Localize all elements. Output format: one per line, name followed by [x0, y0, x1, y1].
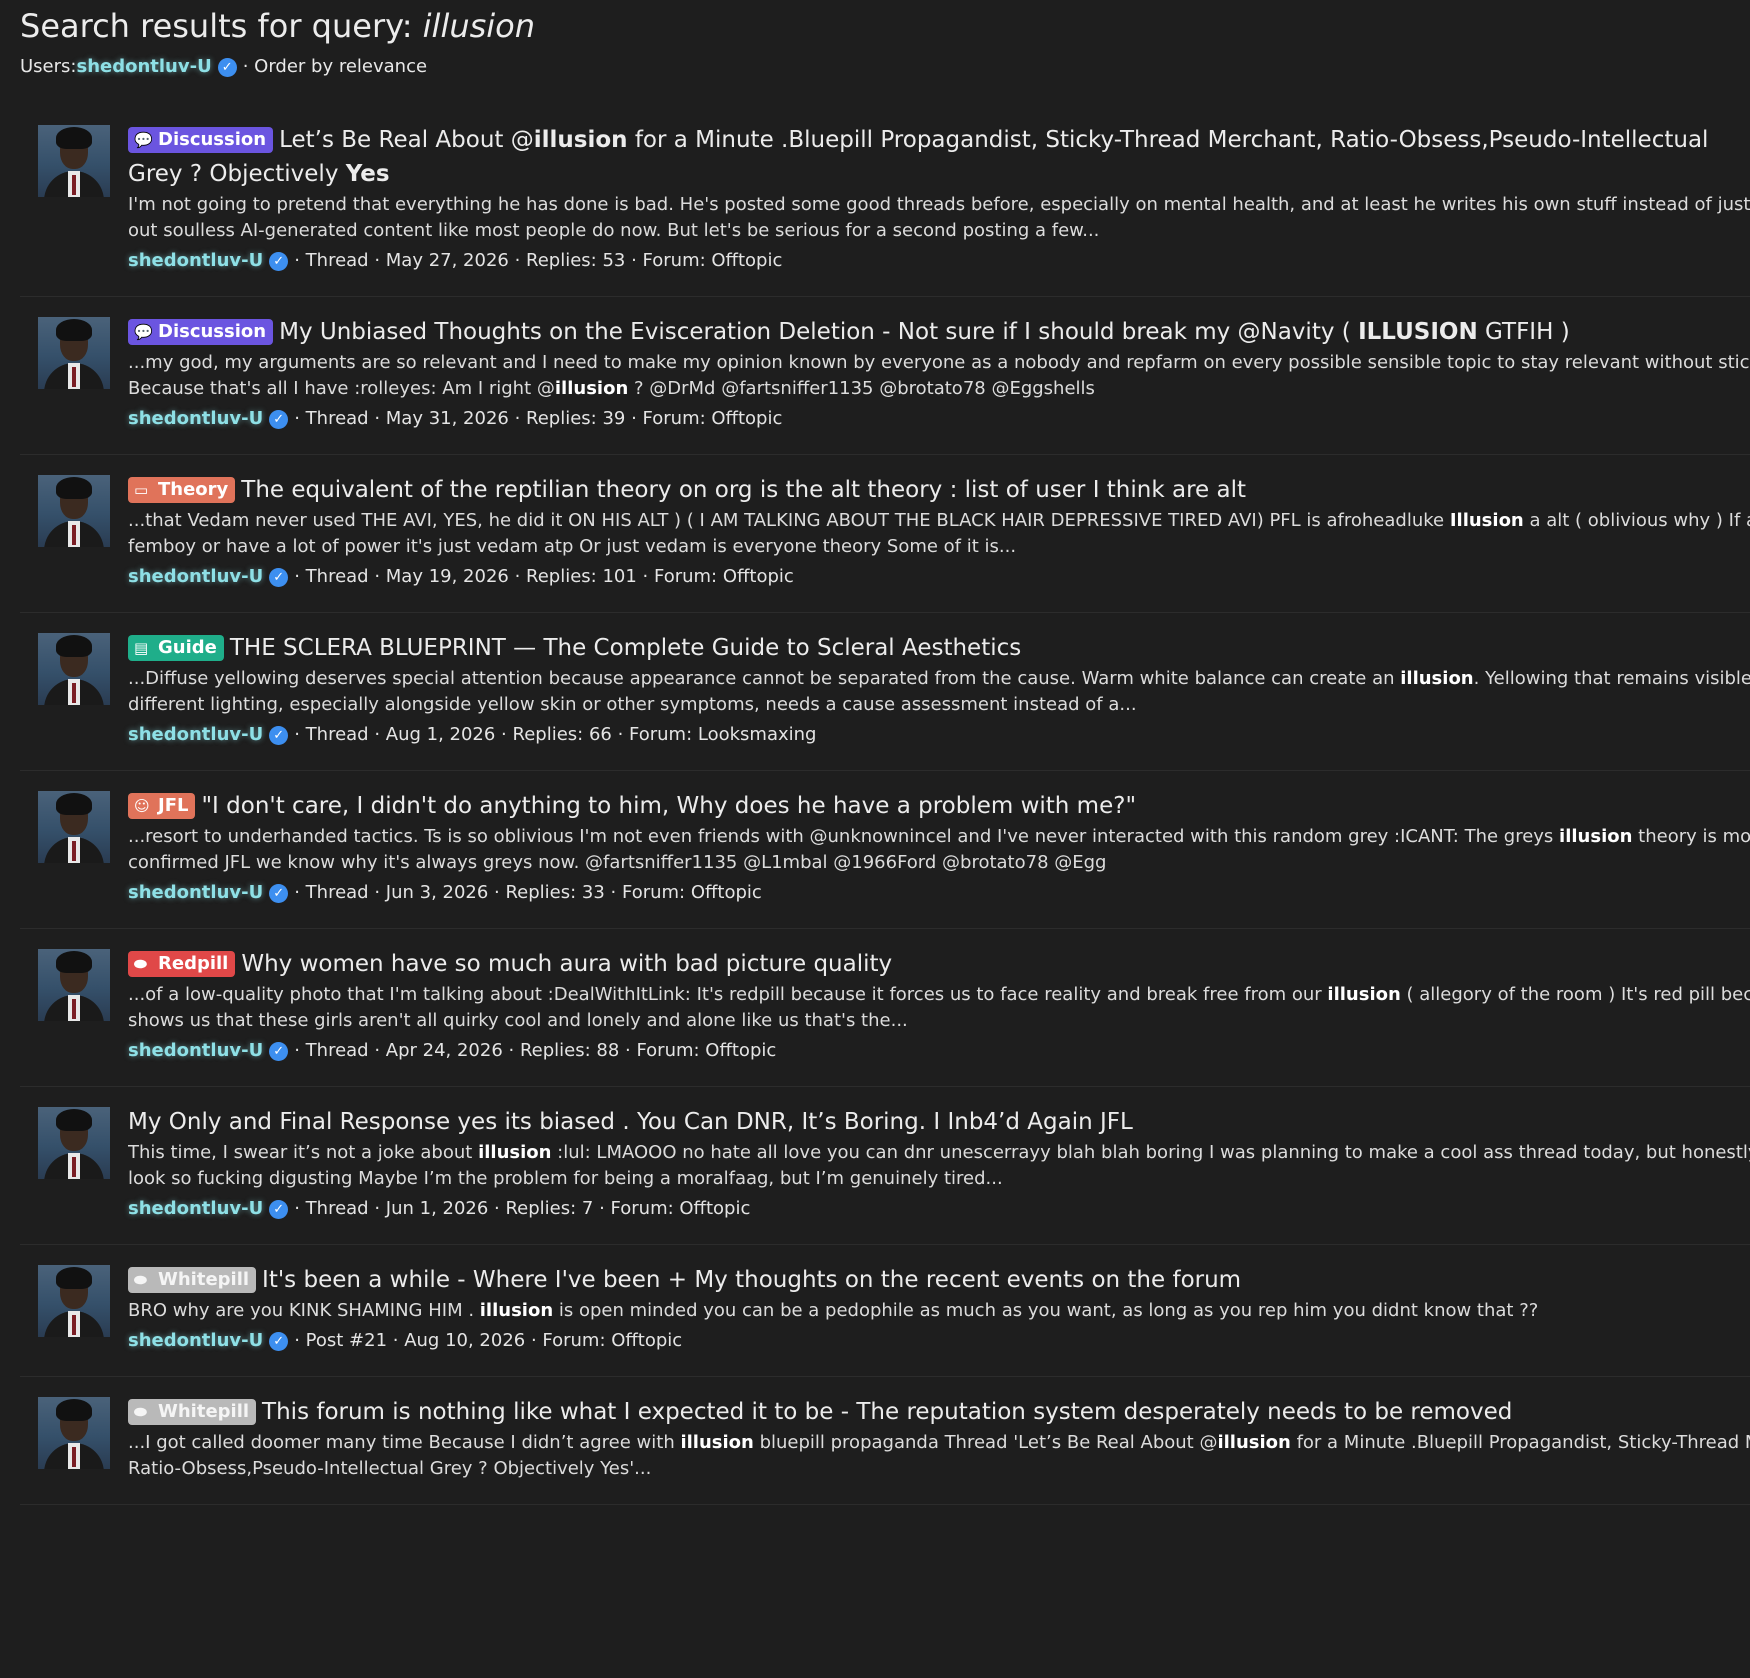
result-item: ▭ Theory The equivalent of the reptilian t…	[20, 455, 1750, 613]
search-results-page: Search results for query: illusion Users…	[0, 0, 1750, 1505]
result-title[interactable]: ⬬ Whitepill This forum is nothing like wha…	[128, 1395, 1750, 1429]
page-title: Search results for query: illusion	[20, 7, 536, 45]
result-item: ⬬ Whitepill It's been a while - Where I've…	[20, 1245, 1750, 1377]
result-title[interactable]: ▭ Theory The equivalent of the reptilian t…	[128, 473, 1750, 507]
pill-icon: ⬬	[134, 1271, 147, 1289]
verified-check-icon: ✓	[217, 57, 237, 77]
author-link[interactable]: shedontluv-U	[128, 406, 263, 432]
result-item: 💬 Discussion Let’s Be Real About @illusion…	[20, 109, 1750, 297]
result-title[interactable]: ☺ JFL "I don't care, I didn't do anything …	[128, 789, 1750, 823]
verified-check-icon: ✓	[269, 1331, 289, 1351]
author-link[interactable]: shedontluv-U	[128, 722, 263, 748]
author-link[interactable]: shedontluv-U	[128, 1196, 263, 1222]
result-meta: shedontluv-U ✓ · Thread · May 31, 2026 · R…	[128, 406, 1750, 432]
user-avatar[interactable]	[38, 125, 110, 197]
presentation-icon: ▭	[134, 481, 149, 499]
book-icon: ▤	[134, 639, 149, 657]
user-avatar[interactable]	[38, 1397, 110, 1469]
chat-bubbles-icon: 💬	[134, 323, 153, 341]
result-snippet: ...of a low-quality photo that I'm talki…	[128, 984, 1750, 1031]
author-link[interactable]: shedontluv-U	[128, 880, 263, 906]
result-meta: shedontluv-U ✓ · Thread · Apr 24, 2026 · R…	[128, 1038, 1750, 1064]
result-item: ⬬ Redpill Why women have so much aura with…	[20, 929, 1750, 1087]
prefix-label-discussion[interactable]: 💬 Discussion	[128, 127, 274, 153]
user-avatar[interactable]	[38, 475, 110, 547]
prefix-label-guide[interactable]: ▤ Guide	[128, 635, 224, 661]
result-snippet: This time, I swear it’s not a joke about…	[128, 1142, 1750, 1189]
prefix-label-theory[interactable]: ▭ Theory	[128, 477, 236, 503]
users-label: Users:	[20, 56, 77, 77]
result-title[interactable]: 💬 Discussion My Unbiased Thoughts on the E…	[128, 315, 1750, 349]
result-title[interactable]: ⬬ Redpill Why women have so much aura with…	[128, 947, 1750, 981]
prefix-label-discussion[interactable]: 💬 Discussion	[128, 319, 274, 345]
user-avatar[interactable]	[38, 1265, 110, 1337]
result-snippet: ...my god, my arguments are so relevant …	[128, 352, 1750, 399]
search-filters: Users: shedontluv-U ✓ · Order by relevan…	[20, 55, 1750, 79]
user-avatar[interactable]	[38, 791, 110, 863]
filter-user-link[interactable]: shedontluv-U	[76, 55, 211, 79]
result-meta: shedontluv-U ✓ · Thread · Jun 3, 2026 · Re…	[128, 880, 1750, 906]
prefix-label-whitepill[interactable]: ⬬ Whitepill	[128, 1267, 257, 1293]
verified-check-icon: ✓	[269, 1199, 289, 1219]
result-snippet: ...Diffuse yellowing deserves special at…	[128, 668, 1750, 715]
result-meta: shedontluv-U ✓ · Thread · Jun 1, 2026 · Re…	[128, 1196, 1750, 1222]
verified-check-icon: ✓	[269, 1041, 289, 1061]
user-avatar[interactable]	[38, 317, 110, 389]
result-title[interactable]: ⬬ Whitepill It's been a while - Where I've…	[128, 1263, 1750, 1297]
user-avatar[interactable]	[38, 949, 110, 1021]
chat-bubbles-icon: 💬	[134, 131, 153, 149]
result-item: ▤ Guide THE SCLERA BLUEPRINT — The Complet…	[20, 613, 1750, 771]
prefix-label-redpill[interactable]: ⬬ Redpill	[128, 951, 236, 977]
query-term: illusion	[422, 7, 536, 45]
verified-check-icon: ✓	[269, 251, 289, 271]
user-avatar[interactable]	[38, 1107, 110, 1179]
result-item: ☺ JFL "I don't care, I didn't do anything …	[20, 771, 1750, 929]
author-link[interactable]: shedontluv-U	[128, 248, 263, 274]
verified-check-icon: ✓	[269, 409, 289, 429]
result-title[interactable]: 💬 Discussion Let’s Be Real About @illusion…	[128, 123, 1750, 191]
result-item: 💬 Discussion My Unbiased Thoughts on the E…	[20, 297, 1750, 455]
verified-check-icon: ✓	[269, 883, 289, 903]
result-title[interactable]: My Only and Final Response yes its biase…	[128, 1105, 1750, 1139]
pill-icon: ⬬	[134, 1403, 147, 1421]
author-link[interactable]: shedontluv-U	[128, 1328, 263, 1354]
result-meta: shedontluv-U ✓ · Post #21 · Aug 10, 2026 ·…	[128, 1328, 1750, 1354]
order-label[interactable]: · Order by relevance	[243, 55, 427, 79]
verified-check-icon: ✓	[269, 725, 289, 745]
result-item: ⬬ Whitepill This forum is nothing like wha…	[20, 1377, 1750, 1505]
author-link[interactable]: shedontluv-U	[128, 564, 263, 590]
prefix-label-whitepill[interactable]: ⬬ Whitepill	[128, 1399, 257, 1425]
results-list: 💬 Discussion Let’s Be Real About @illusion…	[20, 109, 1750, 1505]
prefix-label-jfl[interactable]: ☺ JFL	[128, 793, 196, 819]
user-avatar[interactable]	[38, 633, 110, 705]
result-snippet: ...that Vedam never used THE AVI, YES, h…	[128, 510, 1750, 557]
result-meta: shedontluv-U ✓ · Thread · May 27, 2026 · R…	[128, 248, 1750, 274]
result-snippet: I'm not going to pretend that everything…	[128, 194, 1750, 241]
result-title[interactable]: ▤ Guide THE SCLERA BLUEPRINT — The Complet…	[128, 631, 1750, 665]
laughing-face-icon: ☺	[134, 797, 150, 815]
result-meta: shedontluv-U ✓ · Thread · Aug 1, 2026 · Re…	[128, 722, 1750, 748]
verified-check-icon: ✓	[269, 567, 289, 587]
result-item: My Only and Final Response yes its biase…	[20, 1087, 1750, 1245]
result-snippet: BRO why are you KINK SHAMING HIM . illus…	[128, 1300, 1539, 1321]
author-link[interactable]: shedontluv-U	[128, 1038, 263, 1064]
result-meta: shedontluv-U ✓ · Thread · May 19, 2026 · R…	[128, 564, 1750, 590]
result-snippet: ...I got called doomer many time Because…	[128, 1432, 1750, 1479]
result-snippet: ...resort to underhanded tactics. Ts is …	[128, 826, 1750, 873]
pill-icon: ⬬	[134, 955, 147, 973]
